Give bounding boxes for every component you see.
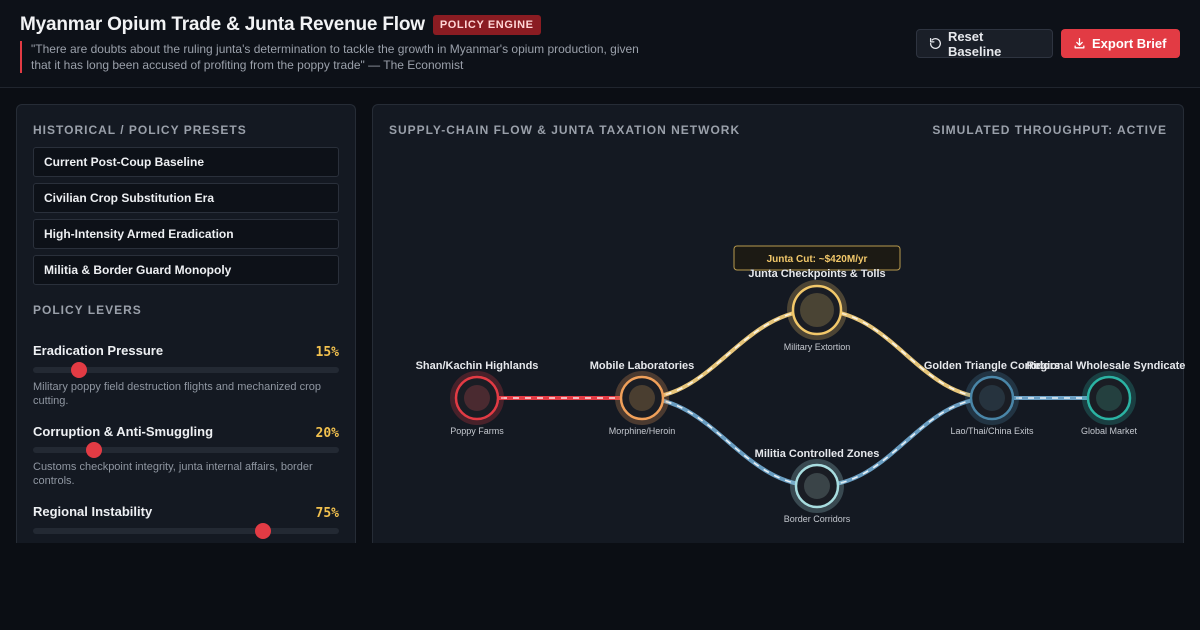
node-core — [629, 385, 655, 411]
node-subtitle: Military Extortion — [784, 342, 851, 352]
preset-post-coup-baseline[interactable]: Current Post-Coup Baseline — [33, 147, 339, 177]
title-row: Myanmar Opium Trade & Junta Revenue Flow… — [20, 14, 541, 36]
node-title: Junta Checkpoints & Tolls — [748, 268, 885, 280]
junta-cut-tooltip: Junta Cut: ~$420M/yr — [733, 245, 901, 271]
eradication-pressure-slider[interactable] — [33, 362, 339, 378]
node-title: Shan/Kachin Highlands — [416, 360, 539, 372]
slider-thumb[interactable] — [86, 442, 103, 458]
regional-instability-slider[interactable] — [33, 523, 339, 539]
node-subtitle: Global Market — [1081, 426, 1138, 436]
supply-chain-network: Junta Cut: ~$420M/yr Shan/Kachin Highlan… — [416, 245, 1185, 524]
regional-instability-value: 75% — [315, 506, 339, 521]
node-subtitle: Poppy Farms — [450, 426, 504, 436]
preset-crop-substitution[interactable]: Civilian Crop Substitution Era — [33, 183, 339, 213]
corruption-label: Corruption & Anti-Smuggling — [33, 424, 214, 439]
slider-thumb[interactable] — [254, 523, 271, 539]
preset-armed-eradication[interactable]: High-Intensity Armed Eradication — [33, 219, 339, 249]
reset-baseline-button[interactable]: Reset Baseline — [916, 28, 1053, 59]
corruption-value: 20% — [315, 426, 339, 441]
reset-baseline-label: Reset Baseline — [947, 28, 1002, 59]
node-core — [1096, 385, 1122, 411]
network-panel: SUPPLY-CHAIN FLOW & JUNTA TAXATION NETWO… — [372, 104, 1185, 543]
regional-instability-label: Regional Instability — [33, 504, 153, 519]
corruption-desc: Customs checkpoint integrity, junta inte… — [33, 461, 313, 487]
controls-panel: HISTORICAL / POLICY PRESETS Current Post… — [16, 104, 356, 543]
export-brief-button[interactable]: Export Brief — [1061, 29, 1180, 58]
flow-dash — [641, 397, 818, 487]
preset-militia-monopoly[interactable]: Militia & Border Guard Monopoly — [33, 255, 339, 285]
node-title: Mobile Laboratories — [590, 360, 695, 372]
eradication-pressure-value: 15% — [315, 345, 339, 360]
preset-label: Current Post-Coup Baseline — [44, 155, 205, 169]
eradication-pressure-desc: Military poppy field destruction flights… — [33, 381, 321, 407]
export-brief-label: Export Brief — [1092, 36, 1167, 51]
preset-label: Militia & Border Guard Monopoly — [44, 263, 232, 277]
presets-title: HISTORICAL / POLICY PRESETS — [33, 123, 247, 137]
node-militia-zones[interactable]: Militia Controlled Zones Border Corridor… — [755, 448, 880, 524]
slider-thumb[interactable] — [70, 362, 87, 378]
preset-label: High-Intensity Armed Eradication — [44, 227, 234, 241]
node-core — [804, 473, 830, 499]
flow-dash — [816, 397, 993, 487]
policy-engine-badge: POLICY ENGINE — [432, 15, 541, 35]
node-subtitle: Morphine/Heroin — [609, 426, 676, 436]
reset-icon — [929, 38, 941, 49]
node-title: Militia Controlled Zones — [755, 448, 880, 460]
node-core — [464, 385, 490, 411]
corruption-slider[interactable] — [33, 442, 339, 458]
download-icon — [1074, 37, 1085, 49]
node-core — [800, 293, 834, 327]
economist-quote: "There are doubts about the ruling junta… — [20, 41, 660, 73]
node-subtitle: Border Corridors — [784, 514, 851, 524]
eradication-pressure-label: Eradication Pressure — [33, 343, 164, 358]
tooltip-text: Junta Cut: ~$420M/yr — [767, 254, 868, 265]
preset-label: Civilian Crop Substitution Era — [44, 191, 215, 205]
page-title: Myanmar Opium Trade & Junta Revenue Flow — [20, 14, 425, 35]
node-core — [979, 385, 1005, 411]
node-title: Regional Wholesale Syndicates — [1026, 360, 1185, 372]
node-subtitle: Lao/Thai/China Exits — [950, 426, 1034, 436]
levers-title: POLICY LEVERS — [33, 303, 142, 317]
node-junta-checkpoints[interactable]: Junta Checkpoints & Tolls Military Extor… — [748, 268, 885, 352]
app-header: Myanmar Opium Trade & Junta Revenue Flow… — [0, 0, 1200, 88]
